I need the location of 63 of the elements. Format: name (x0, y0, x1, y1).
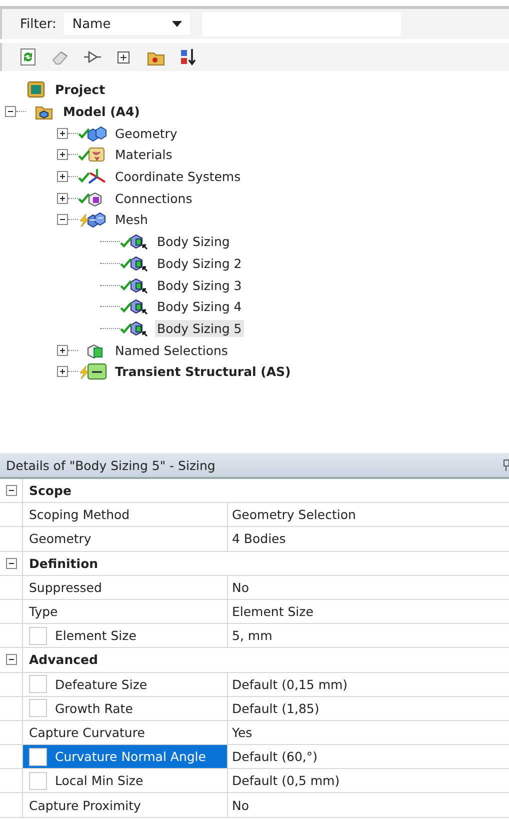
property-value[interactable]: Yes (232, 724, 252, 740)
property-value[interactable]: 5, mm (232, 628, 272, 644)
property-label: Type (29, 604, 58, 620)
tree-item[interactable]: Body Sizing 3 (155, 276, 244, 294)
checkbox[interactable] (29, 675, 47, 694)
property-value[interactable]: No (232, 580, 249, 595)
category-header: Definition (22, 552, 509, 575)
property-value[interactable]: Default (1,85) (232, 700, 320, 716)
tree-item[interactable]: Body Sizing 5 (155, 320, 244, 337)
sizing-icon (129, 320, 149, 337)
tree-item[interactable]: Coordinate Systems (113, 168, 243, 186)
sizing-icon (129, 254, 149, 272)
property-value[interactable]: Default (0,15 mm) (232, 676, 348, 692)
sizing-icon (129, 233, 149, 250)
tree-item[interactable]: Connections (113, 190, 194, 207)
property-label: Growth Rate (55, 700, 133, 716)
property-value[interactable]: Default (0,5 mm) (232, 773, 340, 788)
tree-item[interactable]: Model (A4) (61, 103, 142, 120)
property-label: Element Size (55, 628, 136, 644)
tree-item[interactable]: Body Sizing (155, 233, 232, 250)
checkbox[interactable] (29, 772, 47, 790)
tree-item[interactable]: Mesh (113, 211, 150, 228)
property-value[interactable]: 4 Bodies (232, 531, 286, 546)
refresh-icon (19, 48, 37, 66)
materials-icon (87, 146, 107, 164)
mesh-icon (87, 211, 107, 228)
property-value[interactable]: Geometry Selection (232, 507, 356, 522)
filter-label: Filter: (20, 16, 56, 32)
property-label: Defeature Size (55, 676, 148, 692)
checkbox[interactable] (29, 626, 47, 645)
category-header: Scope (22, 479, 509, 502)
property-value[interactable]: No (232, 798, 249, 813)
sort-icon (179, 48, 197, 66)
checkbox[interactable] (29, 748, 47, 766)
property-label: Geometry (29, 531, 92, 546)
checkbox[interactable] (29, 699, 47, 718)
property-label: Scoping Method (29, 507, 130, 522)
tree-item[interactable]: Geometry (113, 124, 180, 142)
property-label: Capture Curvature (29, 724, 145, 740)
sizing-icon (129, 276, 149, 294)
property-value[interactable]: Default (60,°) (232, 749, 318, 764)
property-label: Suppressed (29, 580, 102, 595)
category-header: Advanced (22, 648, 509, 672)
caret-icon (172, 21, 182, 27)
pin-icon (503, 459, 509, 471)
tree-item[interactable]: Body Sizing 2 (155, 254, 244, 272)
probe-icon (83, 48, 101, 66)
tree-item[interactable]: Body Sizing 4 (155, 298, 244, 316)
tree-item[interactable]: Transient Structural (AS) (113, 363, 293, 380)
analysis-icon (87, 363, 107, 380)
filter-dropdown[interactable]: Name (64, 13, 190, 35)
property-label: Local Min Size (55, 773, 144, 788)
property-value[interactable]: Element Size (232, 604, 314, 620)
project-icon (27, 81, 47, 98)
axes-icon (87, 168, 107, 186)
sizing-icon (129, 298, 149, 316)
property-label: Capture Proximity (29, 798, 141, 813)
panel-title: Details of "Body Sizing 5" - Sizing (6, 458, 216, 472)
cubes-icon (87, 124, 107, 142)
tree-item[interactable]: Materials (113, 146, 174, 164)
property-label: Curvature Normal Angle (55, 749, 206, 764)
tree-item[interactable]: Project (53, 81, 108, 98)
tree-item[interactable]: Named Selections (113, 342, 230, 359)
